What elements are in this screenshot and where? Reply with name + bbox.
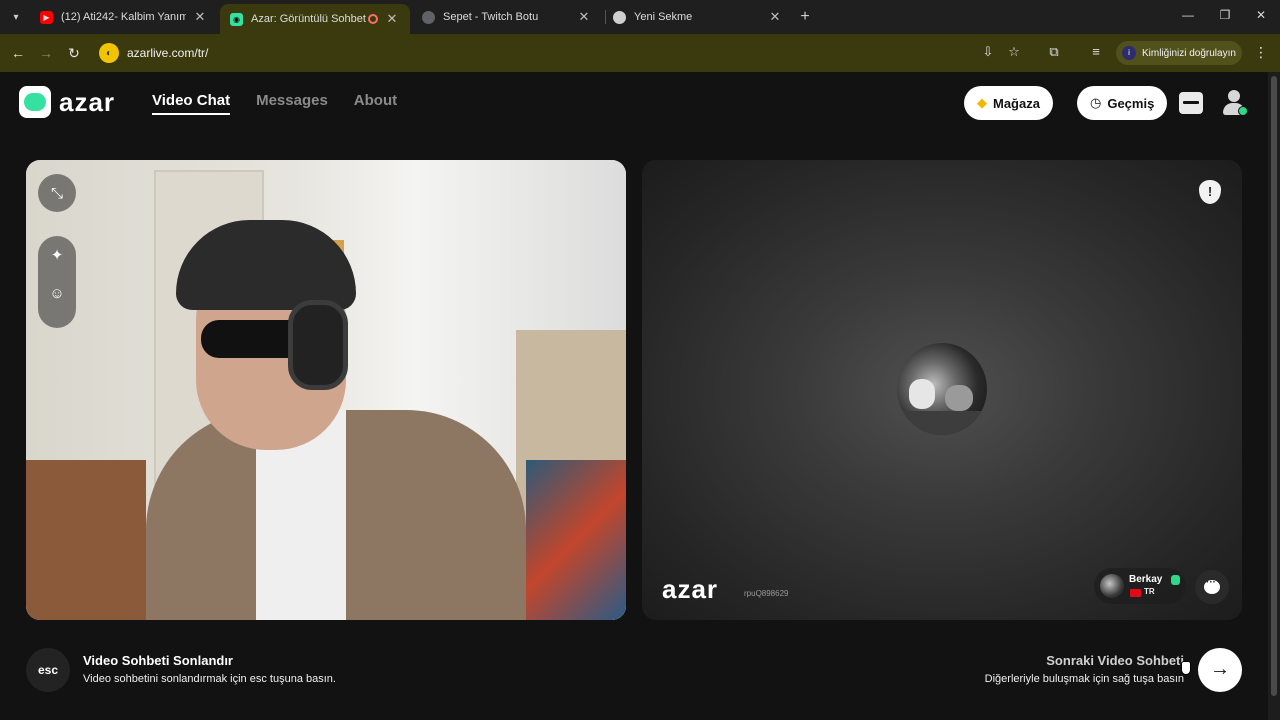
- close-icon[interactable]: ✕: [192, 9, 208, 25]
- tab-search-menu-icon[interactable]: ▾: [6, 7, 26, 27]
- verified-badge-icon: [1171, 575, 1180, 585]
- azar-watermark: azar: [662, 574, 719, 604]
- tab-twitch-bot[interactable]: Sepet - Twitch Botu ✕: [412, 4, 602, 30]
- nav-messages[interactable]: Messages: [256, 92, 328, 115]
- partner-video: ! azar rpuQ898629 Berkay TR: [642, 160, 1242, 620]
- tab-title: Sepet - Twitch Botu: [443, 11, 539, 23]
- end-chat-title: Video Sohbeti Sonlandır: [83, 653, 233, 668]
- tab-new-tab[interactable]: Yeni Sekme ✕: [603, 4, 793, 30]
- report-shield-icon[interactable]: !: [1199, 180, 1221, 204]
- main-nav: Video Chat Messages About: [152, 92, 423, 115]
- history-label: Geçmiş: [1107, 95, 1155, 111]
- next-chat-description: Diğerleriyle buluşmak için sağ tuşa bası…: [984, 673, 1184, 685]
- history-button[interactable]: ◷ Geçmiş: [1077, 86, 1168, 120]
- effects-toolbar: ✦ ☺: [38, 236, 76, 328]
- bookmark-star-icon[interactable]: ☆: [1005, 44, 1023, 60]
- address-bar[interactable]: ◐ azarlive.com/tr/: [96, 39, 1036, 67]
- chrome-icon: [613, 10, 626, 24]
- url-text[interactable]: azarlive.com/tr/: [127, 46, 208, 60]
- partner-name: Berkay: [1129, 574, 1163, 585]
- browser-tabbar: ▾ ▶ (12) Ati242- Kalbim Yanımda (C ✕ ◉ A…: [0, 0, 1280, 34]
- browser-toolbar: ← → ↻ ◐ azarlive.com/tr/ ⇩ ☆ ⧉ ≡: [0, 34, 1280, 72]
- verify-label: Kimliğinizi doğrulayın: [1142, 47, 1236, 59]
- back-icon[interactable]: ←: [8, 43, 28, 63]
- next-chat-title: Sonraki Video Sohbeti: [1046, 653, 1184, 668]
- close-icon[interactable]: ✕: [767, 9, 783, 25]
- store-button[interactable]: ◆ Mağaza: [964, 86, 1053, 120]
- profile-avatar[interactable]: [1221, 88, 1248, 116]
- azar-icon: ◉: [230, 12, 243, 26]
- chat-button[interactable]: [1195, 570, 1229, 604]
- azar-logo-icon: [19, 86, 51, 118]
- partner-country: TR: [1144, 587, 1155, 596]
- site-info-icon[interactable]: ◐: [99, 43, 119, 63]
- media-control-icon[interactable]: ≡: [1087, 44, 1105, 59]
- mouse-cursor: [1181, 661, 1191, 675]
- partner-photo: [897, 343, 987, 435]
- reload-icon[interactable]: ↻: [64, 43, 84, 63]
- collapse-icon: ⤡: [50, 184, 63, 202]
- turkey-flag-icon: [1130, 589, 1141, 597]
- tab-youtube[interactable]: ▶ (12) Ati242- Kalbim Yanımda (C ✕: [30, 4, 218, 30]
- tab-azar[interactable]: ◉ Azar: Görüntülü Sohbet & ✕: [220, 4, 410, 34]
- close-icon[interactable]: ✕: [384, 11, 400, 27]
- end-chat-description: Video sohbetini sonlandırmak için esc tu…: [83, 673, 336, 685]
- clock-icon: ◷: [1090, 95, 1102, 110]
- close-icon[interactable]: ✕: [576, 9, 592, 25]
- page-scrollbar[interactable]: [1268, 72, 1280, 720]
- nav-about[interactable]: About: [354, 92, 397, 115]
- face-filter-icon[interactable]: ☺: [38, 274, 76, 312]
- logo-text: azar: [59, 86, 116, 117]
- magic-wand-icon[interactable]: ✦: [38, 236, 76, 274]
- azar-logo[interactable]: azar: [19, 86, 115, 118]
- recording-icon: [368, 14, 378, 24]
- azar-app: azar Video Chat Messages About ◆ Mağaza …: [0, 72, 1268, 720]
- profile-icon: i: [1122, 46, 1136, 60]
- partner-avatar: [1100, 574, 1124, 598]
- collapse-video-button[interactable]: ⤡: [38, 174, 76, 212]
- extensions-icon[interactable]: ⧉: [1045, 44, 1063, 60]
- forward-icon[interactable]: →: [36, 43, 56, 63]
- next-chat-button[interactable]: →: [1198, 648, 1242, 692]
- tab-title: Azar: Görüntülü Sohbet &: [251, 13, 366, 25]
- verify-identity-button[interactable]: i Kimliğinizi doğrulayın: [1116, 41, 1242, 65]
- install-app-icon[interactable]: ⇩: [979, 44, 997, 60]
- new-tab-button[interactable]: +: [795, 8, 815, 26]
- archive-icon[interactable]: [1179, 92, 1203, 114]
- globe-icon: [422, 10, 435, 24]
- online-badge: [1238, 106, 1248, 116]
- tab-title: (12) Ati242- Kalbim Yanımda (C: [61, 11, 186, 23]
- restore-icon[interactable]: ❐: [1215, 8, 1235, 22]
- window-close-icon[interactable]: ✕: [1251, 8, 1271, 22]
- store-label: Mağaza: [993, 95, 1040, 111]
- browser-menu-icon[interactable]: ⋮: [1254, 44, 1268, 61]
- partner-profile-chip[interactable]: Berkay TR: [1094, 568, 1186, 604]
- gem-icon: ◆: [977, 95, 987, 110]
- nav-video-chat[interactable]: Video Chat: [152, 92, 231, 115]
- minimize-icon[interactable]: —: [1178, 8, 1198, 22]
- youtube-icon: ▶: [40, 10, 53, 24]
- chat-bubble-icon: [1204, 577, 1220, 594]
- self-video: ⤡ ✦ ☺: [26, 160, 626, 620]
- end-chat-esc-button[interactable]: esc: [26, 648, 70, 692]
- session-id: rpuQ898629: [744, 589, 789, 598]
- tab-title: Yeni Sekme: [634, 11, 693, 23]
